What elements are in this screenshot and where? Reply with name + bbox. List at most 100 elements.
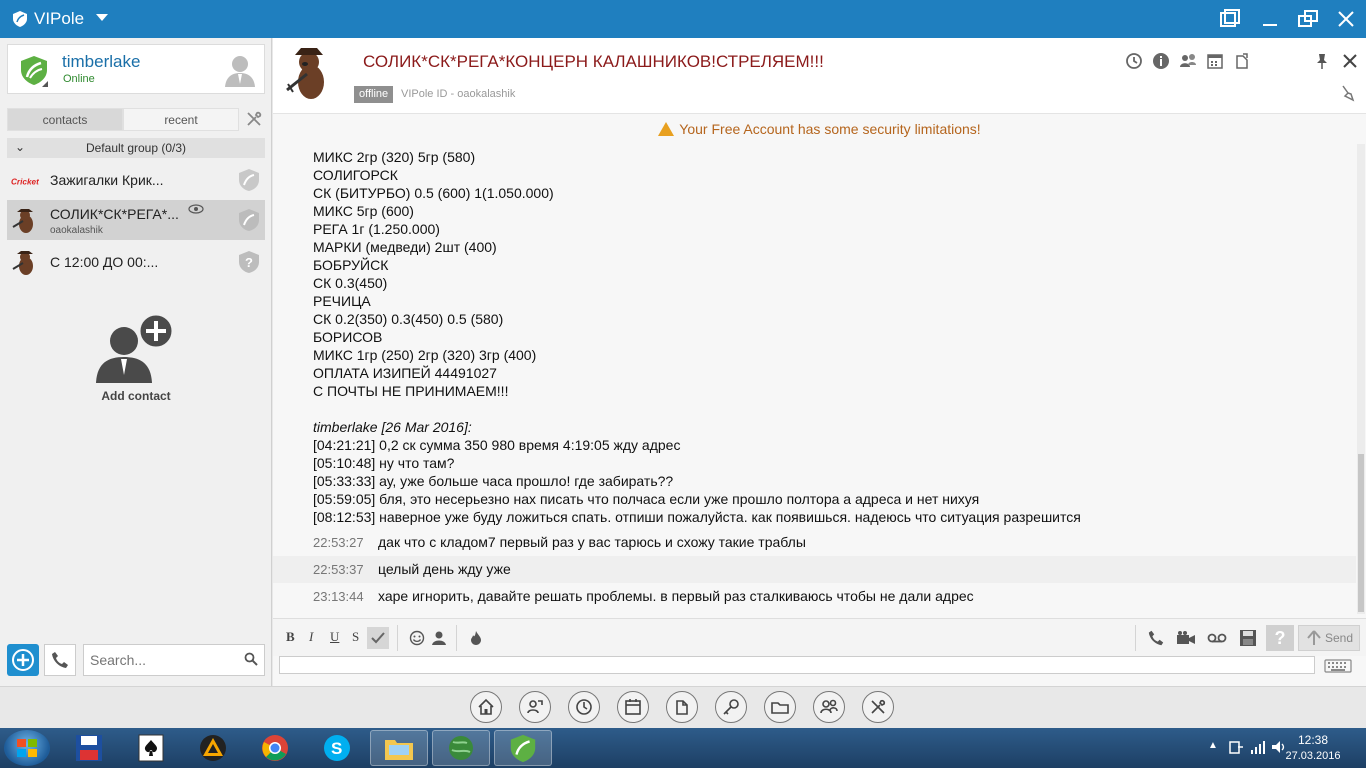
voicemail-button[interactable] — [1206, 627, 1228, 649]
message-line: СОЛИГОРСК — [313, 167, 398, 183]
taskbar-save-app[interactable] — [60, 730, 118, 766]
info-icon[interactable] — [1152, 52, 1170, 70]
clock-time[interactable]: 12:38 — [1285, 733, 1341, 747]
help-button[interactable]: ? — [1266, 625, 1294, 651]
key-icon — [723, 699, 739, 715]
contacts-share-icon[interactable] — [1179, 52, 1197, 70]
message-line: СК 0.3(450) — [313, 275, 388, 291]
emoji-button[interactable] — [406, 627, 428, 649]
globe-icon — [449, 736, 473, 760]
taskbar-vipole-app[interactable] — [494, 730, 552, 766]
clock-date[interactable]: 27.03.2016 — [1280, 750, 1346, 762]
nav-history-button[interactable] — [568, 691, 600, 723]
nav-files-button[interactable] — [666, 691, 698, 723]
search-icon[interactable] — [244, 652, 258, 666]
save-button[interactable] — [1237, 627, 1259, 649]
close-window-button[interactable] — [1332, 6, 1360, 32]
scrollbar-thumb[interactable] — [1358, 454, 1364, 612]
svg-text:Cricket: Cricket — [11, 177, 39, 186]
editor-toolbar: B I U S ? Send — [273, 618, 1366, 656]
user-avatar-icon[interactable] — [222, 52, 258, 88]
pin-icon[interactable] — [1313, 52, 1331, 70]
burn-message-button[interactable] — [465, 627, 487, 649]
spellcheck-button[interactable] — [367, 627, 389, 649]
add-contact-button[interactable]: Add contact — [94, 312, 178, 413]
taskbar-skype-app[interactable]: S — [308, 730, 366, 766]
bold-button[interactable]: B — [286, 629, 295, 645]
taskbar-solitaire-app[interactable] — [122, 730, 180, 766]
action-center-icon[interactable] — [1228, 739, 1244, 755]
close-chat-icon[interactable] — [1341, 52, 1359, 70]
divider — [397, 625, 398, 651]
taskbar-chrome-app[interactable] — [246, 730, 304, 766]
svg-text:?: ? — [245, 255, 253, 270]
left-panel: timberlake Online contacts recent ⌄ Defa… — [0, 38, 272, 686]
vipole-logo-icon — [13, 11, 27, 27]
contact-item[interactable]: С 12:00 ДО 00:... ? — [7, 242, 265, 282]
user-name: timberlake — [62, 52, 141, 71]
nav-settings-button[interactable] — [862, 691, 894, 723]
start-button[interactable] — [4, 730, 50, 766]
nav-groups-button[interactable] — [813, 691, 845, 723]
nav-passwords-button[interactable] — [715, 691, 747, 723]
tools-icon[interactable] — [245, 110, 263, 128]
tools-icon — [871, 699, 886, 714]
contact-item[interactable]: СОЛИК*СК*РЕГА*... oaokalashik — [7, 200, 265, 240]
call-button[interactable] — [1145, 627, 1167, 649]
app-menu-caret-icon[interactable] — [96, 14, 108, 21]
message-line: БОРИСОВ — [313, 329, 383, 345]
user-status[interactable]: Online — [63, 73, 95, 85]
nav-contacts-button[interactable] — [519, 691, 551, 723]
home-icon — [478, 698, 494, 715]
video-call-button[interactable] — [1175, 627, 1197, 649]
message-line: МИКС 2гр (320) 5гр (580) — [313, 149, 476, 165]
contact-avatar-icon[interactable] — [285, 44, 331, 102]
message-body: МИКС 2гр (320) 5гр (580) СОЛИГОРСК СК (Б… — [313, 148, 1081, 526]
add-contact-icon — [96, 312, 175, 383]
italic-button[interactable]: I — [309, 629, 313, 645]
nav-calendar-button[interactable] — [617, 691, 649, 723]
group-header[interactable]: ⌄ Default group (0/3) — [7, 138, 265, 158]
call-button[interactable] — [44, 644, 76, 676]
message-line: МИКС 5гр (600) — [313, 203, 414, 219]
warning-text: Your Free Account has some security limi… — [679, 121, 981, 137]
send-contact-button[interactable] — [428, 627, 450, 649]
chat-scrollbar[interactable] — [1357, 144, 1365, 614]
clear-history-icon[interactable] — [1339, 84, 1357, 102]
shield-icon — [239, 209, 259, 231]
tab-recent[interactable]: recent — [123, 108, 239, 131]
keyboard-icon[interactable] — [1324, 659, 1352, 673]
contact-item[interactable]: Cricket Зажигалки Крик... — [7, 160, 265, 200]
shield-question-icon: ? — [239, 251, 259, 273]
underline-button[interactable]: U — [330, 629, 339, 645]
nav-folder-button[interactable] — [764, 691, 796, 723]
taskbar-explorer-app[interactable] — [370, 730, 428, 766]
history-icon[interactable] — [1125, 52, 1143, 70]
tray-expand-icon[interactable]: ▲ — [1208, 740, 1218, 751]
restore-button[interactable] — [1294, 6, 1322, 32]
add-contact-label: Add contact — [101, 389, 171, 403]
message-line: МИКС 1гр (250) 2гр (320) 3гр (400) — [313, 347, 537, 363]
nav-home-button[interactable] — [470, 691, 502, 723]
taskbar-vpn-app[interactable] — [432, 730, 490, 766]
taskbar-aimp-app[interactable] — [184, 730, 242, 766]
user-card[interactable]: timberlake Online — [7, 44, 265, 94]
tab-contacts[interactable]: contacts — [7, 108, 123, 131]
minimize-button[interactable] — [1256, 6, 1284, 32]
network-icon[interactable] — [1250, 739, 1266, 755]
add-button[interactable] — [7, 644, 39, 676]
shield-icon — [239, 169, 259, 191]
search-input[interactable] — [83, 644, 265, 676]
strike-button[interactable]: S — [352, 629, 359, 645]
message-line: [05:10:48] ну что там? — [313, 455, 455, 471]
message-input[interactable] — [279, 656, 1315, 674]
status-menu-icon[interactable] — [42, 81, 48, 87]
restore-layout-button[interactable] — [1216, 6, 1244, 32]
files-icon[interactable] — [1233, 52, 1251, 70]
phone-icon — [52, 652, 68, 668]
security-warning[interactable]: Your Free Account has some security limi… — [273, 114, 1366, 144]
calendar-icon[interactable] — [1206, 52, 1224, 70]
send-button[interactable]: Send — [1298, 625, 1360, 651]
chrome-icon — [262, 735, 288, 761]
contact-name: Зажигалки Крик... — [50, 172, 164, 188]
